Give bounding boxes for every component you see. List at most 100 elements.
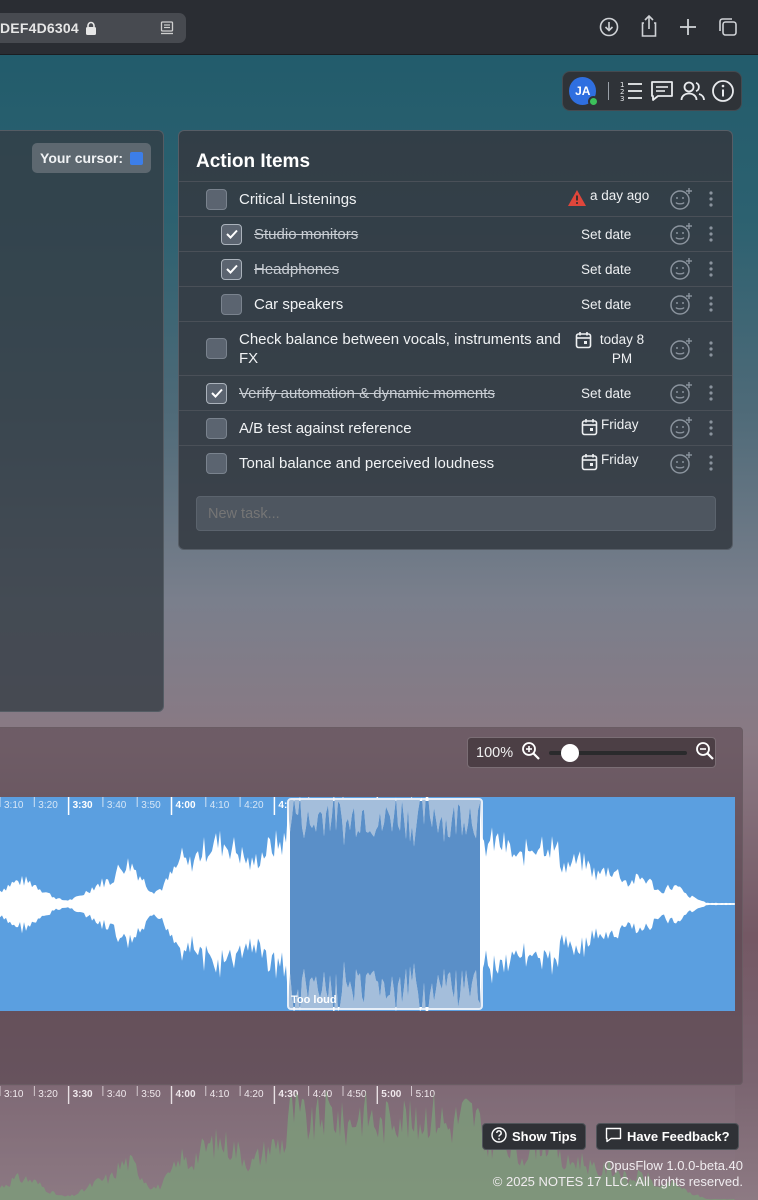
footer: OpusFlow 1.0.0-beta.40 © 2025 NOTES 17 L… [493, 1158, 743, 1190]
task-checkbox[interactable] [221, 293, 242, 315]
task-row: Car speakers Set date [179, 286, 732, 321]
share-icon[interactable] [638, 14, 660, 37]
task-checkbox[interactable] [206, 188, 227, 210]
reader-icon[interactable] [160, 21, 174, 38]
task-due-date[interactable]: Set date [581, 262, 631, 277]
comments-icon[interactable] [649, 78, 675, 104]
tabs-overview-icon[interactable] [717, 16, 739, 38]
time-tick-label: 4:50 [347, 1089, 367, 1100]
more-options-icon[interactable] [708, 419, 714, 437]
task-row: Critical Listenings a day ago [179, 181, 732, 216]
task-due-date[interactable]: Set date [581, 297, 631, 312]
task-checkbox[interactable] [206, 417, 227, 439]
more-options-icon[interactable] [708, 454, 714, 472]
add-reaction-icon[interactable] [669, 222, 693, 246]
task-due-text: a day ago [590, 188, 650, 203]
task-label[interactable]: A/B test against reference [239, 419, 539, 438]
more-options-icon[interactable] [708, 295, 714, 313]
time-tick-label: 3:10 [4, 800, 24, 811]
task-due-date[interactable]: Friday [581, 417, 639, 439]
task-checkbox[interactable] [206, 382, 227, 404]
more-options-icon[interactable] [708, 340, 714, 358]
zoom-out-icon[interactable] [695, 741, 715, 765]
task-checkbox[interactable] [221, 258, 242, 280]
time-tick-label: 3:30 [73, 800, 93, 811]
more-options-icon[interactable] [708, 190, 714, 208]
add-reaction-icon[interactable] [669, 187, 693, 211]
task-label[interactable]: Check balance between vocals, instrument… [239, 330, 569, 368]
numbered-list-icon[interactable]: 123 [618, 78, 644, 104]
more-options-icon[interactable] [708, 384, 714, 402]
more-options-icon[interactable] [708, 260, 714, 278]
add-reaction-icon[interactable] [669, 416, 693, 440]
browser-toolbar: DEF4D6304 [0, 0, 758, 55]
task-row: Headphones Set date [179, 251, 732, 286]
waveform-track[interactable]: 3:103:203:303:403:504:004:104:204:304:40… [0, 797, 735, 1011]
checkmark-icon [225, 264, 238, 274]
feedback-icon [605, 1127, 622, 1146]
calendar-icon [581, 418, 598, 439]
add-reaction-icon[interactable] [669, 381, 693, 405]
checkmark-icon [210, 388, 223, 398]
task-due-text: Set date [581, 385, 632, 401]
time-tick-label: 3:40 [107, 1089, 127, 1100]
people-icon[interactable] [680, 78, 706, 104]
task-due-date[interactable]: Set date [581, 227, 631, 242]
task-checkbox[interactable] [206, 338, 227, 359]
time-tick-label: 4:00 [176, 800, 196, 811]
add-reaction-icon[interactable] [669, 451, 693, 475]
task-label[interactable]: Critical Listenings [239, 190, 539, 209]
info-icon[interactable] [711, 78, 737, 104]
time-tick-label: 4:20 [244, 1089, 264, 1100]
address-bar[interactable]: DEF4D6304 [0, 13, 186, 43]
lock-icon [85, 21, 97, 35]
add-reaction-icon[interactable] [669, 292, 693, 316]
time-tick-label: 3:20 [38, 800, 58, 811]
time-tick-label: 3:50 [141, 800, 161, 811]
version-text: OpusFlow 1.0.0-beta.40 [604, 1158, 743, 1173]
new-tab-icon[interactable] [677, 16, 699, 38]
zoom-control: 100% [467, 737, 716, 768]
feedback-button[interactable]: Have Feedback? [596, 1123, 739, 1150]
panel-title: Action Items [196, 151, 311, 172]
task-due-date[interactable]: Friday [581, 452, 639, 474]
help-icon [491, 1127, 507, 1146]
zoom-slider[interactable] [549, 743, 687, 762]
task-due-text: Set date [581, 296, 632, 312]
task-label[interactable]: Verify automation & dynamic moments [239, 384, 539, 403]
show-tips-label: Show Tips [512, 1129, 577, 1144]
calendar-icon [575, 331, 592, 352]
show-tips-button[interactable]: Show Tips [482, 1123, 586, 1150]
task-row: Verify automation & dynamic moments Set d… [179, 375, 732, 410]
region-label: Too loud [291, 994, 337, 1006]
zoom-slider-handle[interactable] [561, 743, 580, 762]
time-tick-label: 3:40 [107, 800, 127, 811]
add-reaction-icon[interactable] [669, 257, 693, 281]
task-due-text: Friday [601, 452, 639, 467]
more-options-icon[interactable] [708, 225, 714, 243]
zoom-in-icon[interactable] [521, 741, 541, 765]
task-checkbox[interactable] [221, 223, 242, 245]
action-items-panel: Action Items Critical Listenings a day ag… [178, 130, 733, 550]
task-due-text: Set date [581, 226, 632, 242]
time-tick-label: 4:10 [210, 1089, 230, 1100]
time-tick-label: 3:20 [38, 1089, 58, 1100]
task-due-date[interactable]: a day ago [567, 188, 649, 210]
download-icon[interactable] [598, 16, 620, 38]
task-due-date[interactable]: Set date [581, 386, 631, 401]
task-label[interactable]: Headphones [254, 260, 554, 279]
avatar[interactable]: JA [569, 77, 600, 107]
copyright-text: © 2025 NOTES 17 LLC. All rights reserved… [492, 1174, 743, 1189]
task-due-date[interactable]: today 8 PM [575, 330, 649, 368]
task-checkbox[interactable] [206, 452, 227, 474]
task-due-text: today 8 PM [599, 331, 645, 366]
task-label[interactable]: Studio monitors [254, 225, 554, 244]
add-reaction-icon[interactable] [669, 337, 693, 361]
zoom-level: 100% [476, 744, 514, 761]
task-label[interactable]: Car speakers [254, 295, 554, 314]
task-label[interactable]: Tonal balance and perceived loudness [239, 454, 539, 473]
editor-panel: Your cursor: [0, 130, 164, 712]
cursor-label: Your cursor: [40, 150, 123, 166]
new-task-input[interactable] [196, 496, 716, 531]
warning-icon [567, 189, 587, 210]
